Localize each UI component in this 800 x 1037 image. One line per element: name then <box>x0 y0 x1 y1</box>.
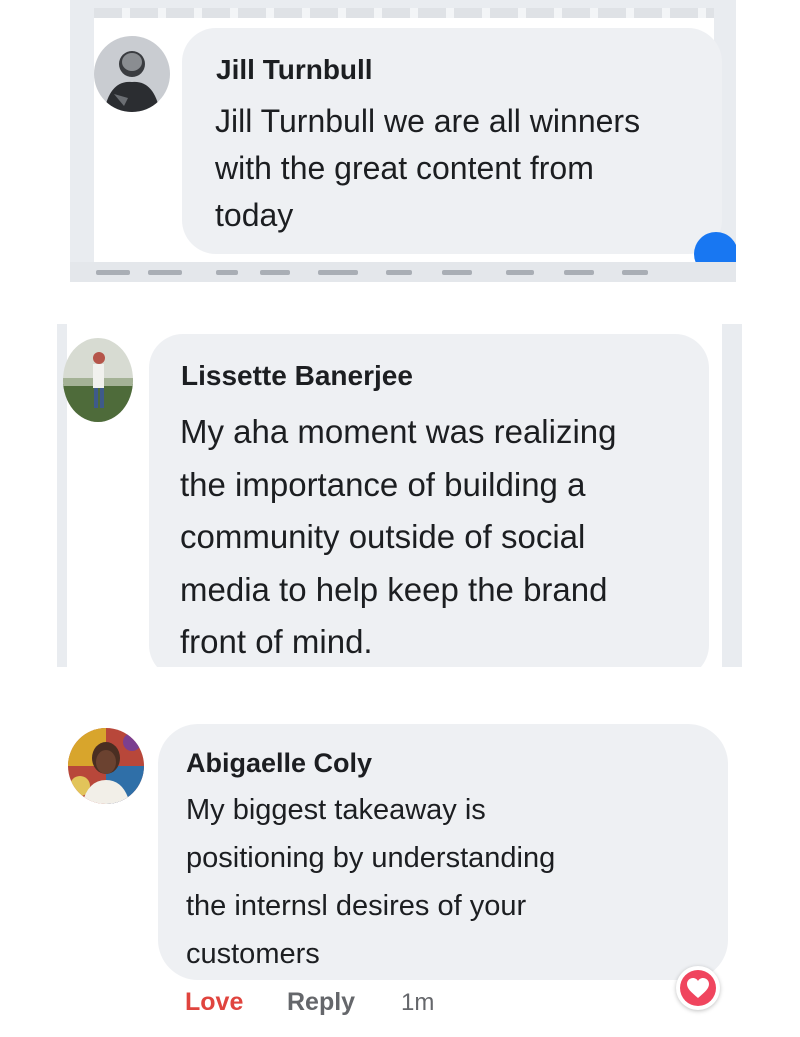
cropped-text-fragment <box>386 270 412 275</box>
cropped-text-fragment <box>442 270 472 275</box>
comment-bubble: Abigaelle Coly My biggest takeaway is po… <box>158 724 728 980</box>
cropped-text-fragment <box>506 270 534 275</box>
comment-author[interactable]: Lissette Banerjee <box>181 360 413 392</box>
comment-line: the importance of building a <box>180 465 586 503</box>
comment-line: customers <box>186 938 320 970</box>
avatar[interactable] <box>94 36 170 112</box>
cropped-text-fragment <box>318 270 358 275</box>
comment-line: positioning by understanding <box>186 842 556 874</box>
comment-timestamp[interactable]: 1m <box>401 989 434 1017</box>
cropped-text-fragment <box>148 270 182 275</box>
comment-author[interactable]: Abigaelle Coly <box>186 748 372 779</box>
cropped-text-fragment <box>216 270 238 275</box>
comment-line: community outside of social <box>180 518 586 555</box>
comment-line: with the great content from <box>215 150 594 186</box>
reply-button[interactable]: Reply <box>287 988 355 1017</box>
avatar[interactable] <box>63 338 133 422</box>
cropped-text-fragment <box>96 270 130 275</box>
comment-line: today <box>215 197 294 233</box>
cropped-text-fragment <box>564 270 594 275</box>
comment-screenshot-3: Abigaelle Coly My biggest takeaway is po… <box>0 700 800 1037</box>
cropped-text-fragment <box>260 270 290 275</box>
comment-bubble: Jill Turnbull Jill Turnbull we are all w… <box>182 28 722 254</box>
comment-bubble: Lissette Banerjee My aha moment was real… <box>149 334 709 667</box>
heart-icon[interactable] <box>676 966 720 1010</box>
comment-line: My biggest takeaway is <box>186 794 486 826</box>
comment-line: Jill Turnbull we are all winners <box>215 103 641 139</box>
comment-screenshot-2: Lissette Banerjee My aha moment was real… <box>57 324 742 667</box>
cropped-next-comment <box>70 262 736 282</box>
avatar[interactable] <box>68 728 144 804</box>
comment-text: My biggest takeaway is positioning by un… <box>186 786 555 978</box>
comment-author[interactable]: Jill Turnbull <box>216 54 373 86</box>
comment-line: media to help keep the brand <box>180 570 608 608</box>
comment-line: front of mind. <box>180 623 373 660</box>
comment-screenshot-1: Jill Turnbull Jill Turnbull we are all w… <box>70 0 736 282</box>
comment-text: Jill Turnbull we are all winners with th… <box>215 98 640 239</box>
cropped-text-fragment <box>622 270 648 275</box>
comment-line: the internsl desires of your <box>186 890 527 922</box>
cropped-divider <box>94 8 714 18</box>
heart-glyph <box>687 978 709 998</box>
love-button[interactable]: Love <box>185 988 243 1017</box>
comment-text: My aha moment was realizing the importan… <box>180 406 617 667</box>
comment-line: My aha moment was realizing <box>180 413 617 450</box>
